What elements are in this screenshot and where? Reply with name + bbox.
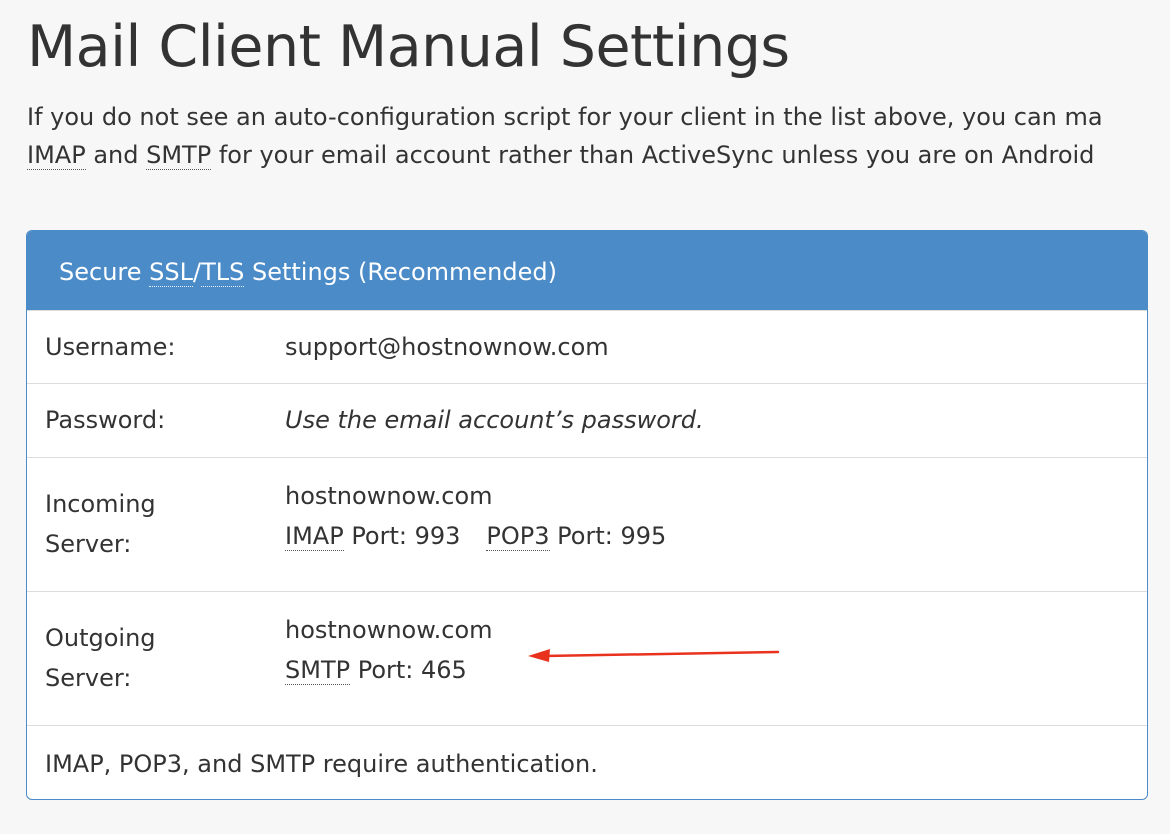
red-arrow-head [528,649,550,662]
mail-client-manual-settings-page: Mail Client Manual Settings If you do no… [0,0,1170,834]
page-title: Mail Client Manual Settings [27,14,790,80]
panel-header: Secure SSL/TLS Settings (Recommended) [27,231,1147,310]
incoming-imap-abbreviation[interactable]: IMAP [285,522,344,551]
outgoing-smtp-port: Port: 465 [350,656,467,684]
panel-header-slash: / [192,258,202,286]
password-row: Password: Use the email account’s passwo… [27,383,1147,457]
imap-abbreviation[interactable]: IMAP [27,141,86,170]
password-label: Password: [45,406,166,434]
username-value: support@hostnownow.com [285,333,609,361]
incoming-server-label: Incoming Server: [45,484,156,564]
username-row: Username: support@hostnownow.com [27,310,1147,383]
outgoing-server-value: hostnownow.com SMTP Port: 465 [285,610,493,690]
ssl-abbreviation[interactable]: SSL [149,258,193,287]
intro-line-2-rest: for your email account rather than Activ… [211,141,1095,169]
intro-text: If you do not see an auto-configuration … [27,98,1170,174]
outgoing-host: hostnownow.com [285,616,493,644]
red-arrow-shaft [542,650,780,658]
password-value: Use the email account’s password. [285,406,704,434]
intro-line-1: If you do not see an auto-configuration … [27,103,1103,131]
intro-line-2-connector: and [85,141,147,169]
red-arrow-icon [528,649,780,662]
panel-header-suffix: Settings (Recommended) [244,258,557,286]
incoming-imap-port: Port: 993 [343,522,461,550]
incoming-host: hostnownow.com [285,482,493,510]
outgoing-server-label: Outgoing Server: [45,618,156,698]
incoming-pop3-abbreviation[interactable]: POP3 [486,522,550,551]
tls-abbreviation[interactable]: TLS [201,258,245,287]
outgoing-label-line-1: Outgoing [45,624,156,652]
username-label: Username: [45,333,176,361]
incoming-label-line-2: Server: [45,530,132,558]
incoming-pop3-port: Port: 995 [549,522,667,550]
intro-line-2: IMAP and SMTP for your email account rat… [27,136,1170,174]
outgoing-label-line-2: Server: [45,664,132,692]
incoming-server-row: Incoming Server: hostnownow.com IMAP Por… [27,457,1147,591]
authentication-note: IMAP, POP3, and SMTP require authenticat… [45,750,598,778]
outgoing-ports: SMTP Port: 465 [285,650,493,690]
panel-header-prefix: Secure [59,258,150,286]
secure-settings-panel: Secure SSL/TLS Settings (Recommended) Us… [26,230,1148,800]
incoming-server-value: hostnownow.com IMAP Port: 993 POP3 Port: … [285,476,666,556]
authentication-note-row: IMAP, POP3, and SMTP require authenticat… [27,725,1147,796]
smtp-abbreviation[interactable]: SMTP [146,141,212,170]
incoming-label-line-1: Incoming [45,490,156,518]
incoming-ports: IMAP Port: 993 POP3 Port: 995 [285,516,666,556]
outgoing-smtp-abbreviation[interactable]: SMTP [285,656,351,685]
